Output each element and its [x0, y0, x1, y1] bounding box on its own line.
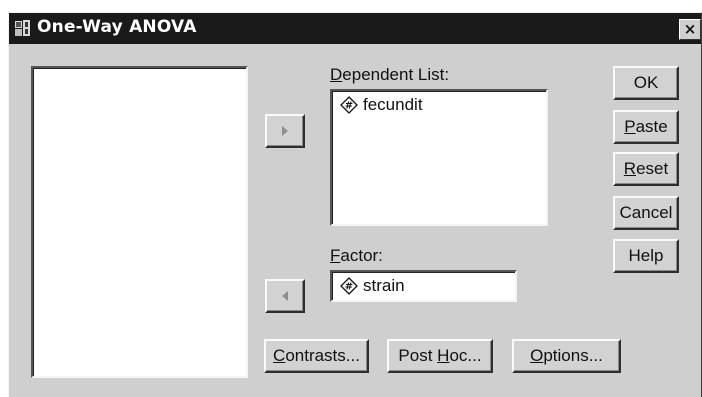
post-hoc-button[interactable]: Post Hoc...	[387, 339, 493, 373]
title-bar[interactable]: One-Way ANOVA ×	[9, 13, 701, 44]
reset-button[interactable]: Reset	[613, 152, 679, 186]
move-to-factor-button[interactable]	[265, 279, 305, 313]
svg-text:#: #	[345, 282, 353, 293]
close-button[interactable]: ×	[679, 19, 701, 40]
arrow-right-icon	[282, 126, 288, 136]
arrow-left-icon	[282, 291, 288, 301]
variable-name: fecundit	[363, 95, 423, 114]
move-to-dependent-button[interactable]	[265, 114, 305, 148]
factor-label: Factor:	[330, 246, 383, 265]
numeric-variable-icon: #	[340, 96, 358, 114]
factor-item[interactable]: # strain	[340, 276, 405, 296]
contrasts-button[interactable]: Contrasts...	[264, 339, 369, 373]
dependent-list[interactable]: # fecundit	[330, 89, 548, 226]
help-button[interactable]: Help	[613, 239, 679, 273]
window-title: One-Way ANOVA	[37, 17, 197, 37]
dependent-list-label: Dependent List:	[330, 65, 450, 84]
factor-field[interactable]: # strain	[330, 270, 517, 302]
source-variable-list[interactable]	[31, 66, 248, 378]
options-button[interactable]: Options...	[512, 339, 621, 373]
paste-button[interactable]: Paste	[613, 110, 679, 144]
one-way-anova-dialog: One-Way ANOVA × Dependent List: # fecund…	[8, 12, 702, 397]
svg-text:#: #	[345, 101, 353, 112]
numeric-variable-icon: #	[340, 277, 358, 295]
cancel-button[interactable]: Cancel	[613, 196, 679, 230]
variable-name: strain	[363, 276, 405, 295]
close-icon: ×	[683, 20, 697, 38]
list-item[interactable]: # fecundit	[340, 95, 423, 115]
app-icon	[15, 20, 30, 36]
ok-button[interactable]: OK	[613, 66, 679, 100]
